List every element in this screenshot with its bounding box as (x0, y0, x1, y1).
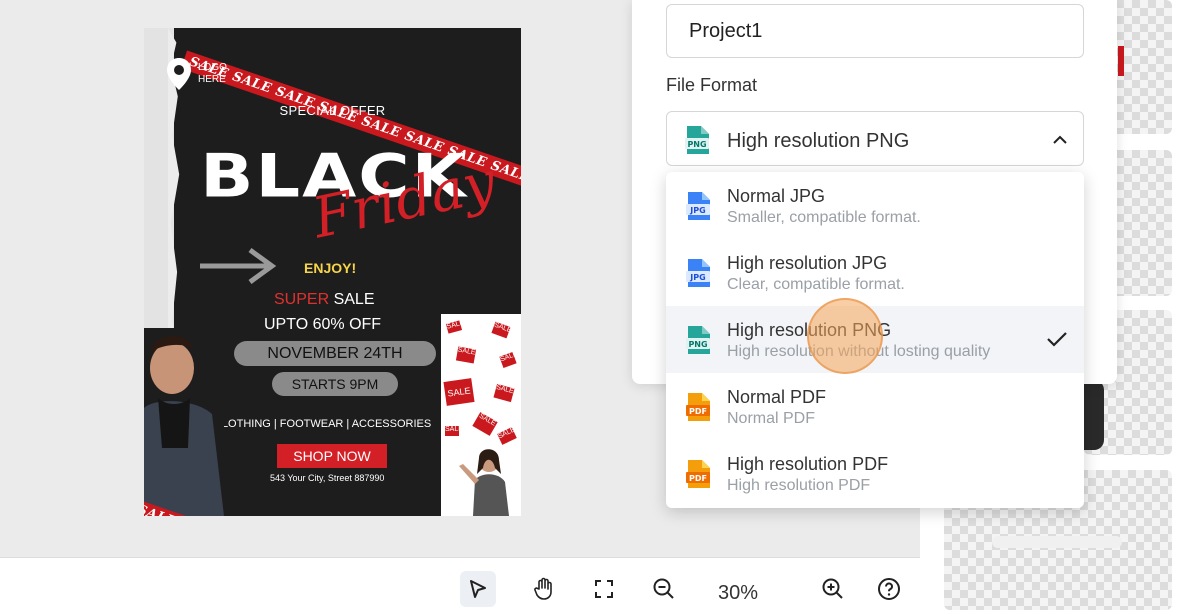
zoom-in-button[interactable] (815, 571, 851, 607)
page-thumbnail[interactable] (1108, 150, 1172, 296)
logo-placeholder: LOGO HERE (198, 62, 227, 86)
option-title: High resolution PNG (727, 320, 892, 340)
chevron-up-icon (1053, 135, 1067, 144)
arrow-right-icon (200, 247, 277, 285)
option-subtitle: High resolution without losting quality (727, 343, 991, 360)
sale-tag: SALE (493, 383, 515, 403)
option-subtitle: High resolution PDF (727, 477, 871, 494)
page-thumbnail[interactable] (1108, 0, 1172, 134)
thumbnail-accent (992, 536, 1122, 548)
zoom-out-button[interactable] (646, 571, 682, 607)
format-option-normal-jpg[interactable]: JPG Normal JPG Smaller, compatible forma… (666, 172, 1084, 239)
zoom-out-icon (653, 578, 674, 599)
enjoy-text: ENJOY! (304, 260, 357, 276)
option-title: High resolution PDF (727, 454, 889, 474)
sale-tag: SALE (455, 346, 477, 364)
sale-tag: SALE (497, 426, 517, 445)
hand-tool-button[interactable] (526, 571, 562, 607)
format-option-high-res-jpg[interactable]: JPG High resolution JPG Clear, compatibl… (666, 239, 1084, 306)
pdf-file-icon-label: PDF (689, 407, 707, 416)
shop-now-banner: SHOP NOW (277, 444, 387, 468)
pdf-file-icon: PDF (686, 393, 710, 421)
logo-line-2: HERE (198, 74, 226, 85)
format-option-high-res-pdf[interactable]: PDF High resolution PDF High resolution … (666, 440, 1084, 507)
hand-icon (534, 577, 552, 600)
jpg-file-icon-label: JPG (689, 273, 705, 282)
format-option-high-res-png[interactable]: PNG High resolution PNG High resolution … (666, 306, 1084, 373)
pdf-file-icon: PDF (686, 460, 710, 488)
man-photo (144, 328, 224, 516)
sale-tag: SALE (472, 412, 498, 436)
thumbnail-accent (1118, 46, 1124, 76)
option-subtitle: Smaller, compatible format. (727, 209, 921, 226)
sale-tag: SALE (499, 351, 519, 369)
canvas-toolbar: 30% (0, 557, 920, 610)
file-format-label: File Format (666, 75, 758, 95)
sale-tag: SALE (445, 426, 463, 436)
address-text: 543 Your City, Street 887990 (270, 473, 385, 483)
jpg-file-icon: JPG (686, 192, 710, 220)
jpg-file-icon: JPG (686, 259, 710, 287)
location-pin-icon (167, 58, 191, 90)
file-name-input[interactable] (666, 4, 1084, 58)
special-offer-text: SPECIAL OFFER (279, 103, 386, 118)
starts-pill: STARTS 9PM (272, 372, 398, 396)
option-title: Normal PDF (727, 387, 827, 407)
super-word: SUPER (274, 291, 330, 308)
sale-tag: SALE (445, 319, 465, 334)
option-title: Normal JPG (727, 186, 826, 206)
help-icon (878, 578, 900, 600)
option-subtitle: Clear, compatible format. (727, 276, 905, 293)
option-title: High resolution JPG (727, 253, 888, 273)
option-subtitle: Normal PDF (727, 410, 816, 427)
date-pill: NOVEMBER 24TH (234, 341, 436, 366)
png-file-icon: PNG (685, 126, 709, 154)
help-button[interactable] (871, 571, 907, 607)
thumbnail-accent (1084, 380, 1104, 450)
jpg-file-icon-label: JPG (689, 206, 705, 215)
logo-line-1: LOGO (198, 62, 227, 73)
sale-tag: SALE (443, 378, 475, 406)
zoom-level: 30% (718, 582, 759, 604)
png-file-icon-label: PNG (688, 340, 707, 349)
checkmark-icon (1047, 332, 1067, 347)
discount-text: UPTO 60% OFF (264, 316, 382, 333)
selected-format-text: High resolution PNG (727, 130, 910, 152)
categories-text: CLOTHING | FOOTWEAR | ACCESSORIES (214, 418, 432, 430)
super-sale-text: SUPER SALE (274, 291, 375, 309)
format-option-normal-pdf[interactable]: PDF Normal PDF Normal PDF (666, 373, 1084, 440)
png-file-icon: PNG (686, 326, 710, 354)
zoom-in-icon (822, 578, 843, 599)
pdf-file-icon-label: PDF (689, 474, 707, 483)
select-tool-button[interactable] (460, 571, 496, 607)
pointer-icon (470, 580, 486, 598)
sale-tag: SALE (491, 321, 512, 339)
black-friday-poster[interactable]: SALE SALE SALE SALE SALE SALE SALE SALE … (144, 28, 521, 516)
fullscreen-icon (595, 580, 613, 598)
sale-word: SALE (333, 291, 375, 308)
file-format-select[interactable]: PNG High resolution PNG (666, 111, 1084, 166)
file-format-dropdown: JPG Normal JPG Smaller, compatible forma… (666, 172, 1084, 508)
sale-tags-panel: SALE SALE SALE SALE SALE SALE SALE SALE … (441, 314, 521, 516)
woman-photo (459, 449, 509, 516)
fit-screen-button[interactable] (586, 571, 622, 607)
png-file-icon-label: PNG (687, 140, 706, 149)
